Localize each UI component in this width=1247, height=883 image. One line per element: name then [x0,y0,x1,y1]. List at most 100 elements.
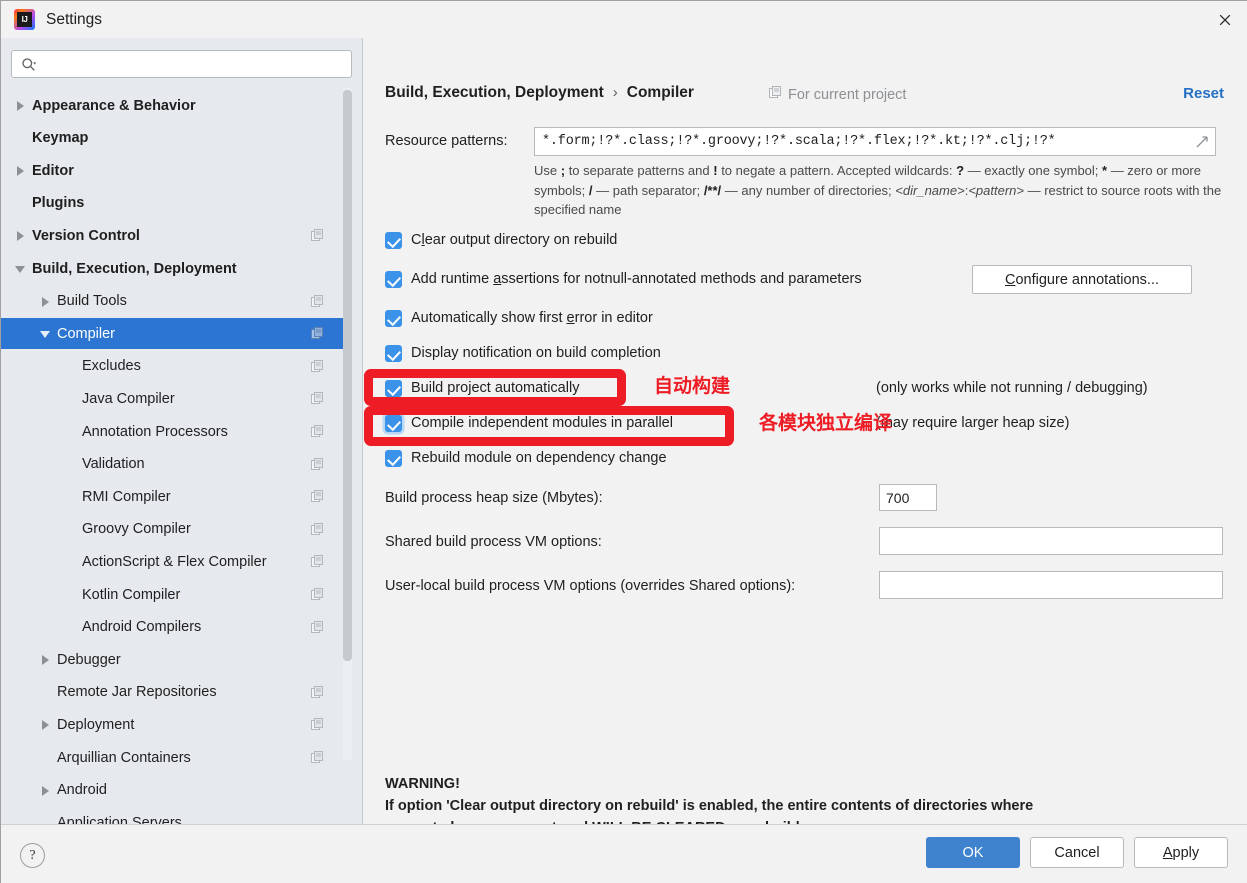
sidebar-item-label: ActionScript & Flex Compiler [82,553,267,570]
project-scope-icon [311,718,324,731]
settings-dialog: Settings Appearance & Behavior Keymap Edit… [0,0,1247,883]
checkbox-row-runtime-assertions[interactable]: Add runtime assertions for notnull-annot… [385,269,862,289]
checkbox-label-build-automatically: Build project automatically [411,380,580,396]
chevron-right-icon[interactable] [14,164,27,177]
checkbox-build-automatically[interactable] [385,379,402,397]
cancel-button[interactable]: Cancel [1030,837,1124,868]
chevron-right-icon[interactable] [39,784,52,797]
settings-tree: Appearance & Behavior Keymap Editor Plugins… [1,88,362,824]
chevron-right-icon[interactable] [39,295,52,308]
shared-vm-options-input[interactable] [879,527,1223,555]
sidebar-item-deployment[interactable]: Deployment [1,709,346,740]
sidebar-item-label: Validation [82,456,145,473]
sidebar-item-appearance-behavior[interactable]: Appearance & Behavior [1,90,346,121]
chevron-right-icon[interactable] [39,653,52,666]
chevron-right-icon[interactable] [39,718,52,731]
sidebar-item-label: Arquillian Containers [57,749,191,766]
sidebar-item-label: Plugins [32,195,85,212]
annotation-label-parallel-compile: 各模块独立编译 [759,412,893,434]
chevron-right-icon[interactable] [14,229,27,242]
project-scope-icon [311,359,324,373]
sidebar-item-build-execution-deployment[interactable]: Build, Execution, Deployment [1,253,346,284]
chevron-right-icon[interactable] [14,99,27,112]
sidebar-item-validation[interactable]: Validation [1,449,346,480]
project-scope-icon [311,490,324,503]
sidebar-item-actionscript-flex-compiler[interactable]: ActionScript & Flex Compiler [1,546,346,577]
ok-button[interactable]: OK [926,837,1020,868]
heap-size-input[interactable] [879,484,937,511]
sidebar-item-rmi-compiler[interactable]: RMI Compiler [1,481,346,512]
sidebar-item-label: Compiler [57,325,116,342]
checkbox-clear-output[interactable] [385,231,402,249]
checkbox-show-first-error[interactable] [385,309,402,327]
sidebar-item-java-compiler[interactable]: Java Compiler [1,383,346,414]
project-scope-icon [311,294,324,308]
sidebar-item-debugger[interactable]: Debugger [1,644,346,675]
sidebar-item-groovy-compiler[interactable]: Groovy Compiler [1,514,346,545]
project-scope-icon [311,685,324,699]
sidebar-item-annotation-processors[interactable]: Annotation Processors [1,416,346,447]
reset-link[interactable]: Reset [1183,85,1224,102]
sidebar-item-keymap[interactable]: Keymap [1,123,346,154]
configure-annotations-button[interactable]: Configure annotations... [972,265,1192,294]
sidebar-item-android[interactable]: Android [1,775,346,806]
project-scope-icon [311,229,324,242]
checkbox-runtime-assertions[interactable] [385,270,402,288]
help-button[interactable]: ? [20,843,45,868]
close-icon[interactable] [1202,1,1247,38]
checkbox-parallel-compile[interactable] [385,414,402,432]
chevron-down-icon[interactable] [39,327,52,340]
sidebar-item-excludes[interactable]: Excludes [1,351,346,382]
resource-patterns-label: Resource patterns: [385,133,508,149]
chevron-down-icon[interactable] [14,262,27,275]
project-scope-icon [311,457,324,471]
warning-title: WARNING! [385,776,460,792]
checkbox-row-rebuild-on-dependency[interactable]: Rebuild module on dependency change [385,448,667,468]
search-box[interactable] [11,50,352,78]
checkbox-row-show-first-error[interactable]: Automatically show first error in editor [385,308,653,328]
sidebar-item-plugins[interactable]: Plugins [1,188,346,219]
search-icon [21,57,37,73]
sidebar-item-editor[interactable]: Editor [1,155,346,186]
sidebar-item-label: Appearance & Behavior [32,97,196,114]
sidebar-item-arquillian-containers[interactable]: Arquillian Containers [1,742,346,773]
apply-button[interactable]: Apply [1134,837,1228,868]
checkbox-rebuild-on-dependency[interactable] [385,449,402,467]
expand-field-icon[interactable] [1194,134,1210,150]
sidebar-item-application-servers[interactable]: Application Servers [1,807,346,824]
search-field-wrapper [11,50,352,78]
settings-sidebar: Appearance & Behavior Keymap Editor Plugins… [1,38,363,824]
settings-main-panel: Build, Execution, Deployment › Compiler … [364,38,1247,836]
sidebar-item-label: Android Compilers [82,619,202,636]
checkbox-row-build-automatically[interactable]: Build project automatically [385,378,579,398]
intellij-idea-logo-icon [14,9,35,30]
sidebar-scrollbar-thumb[interactable] [343,90,352,661]
breadcrumb-root[interactable]: Build, Execution, Deployment [385,84,604,102]
sidebar-item-build-tools[interactable]: Build Tools [1,286,346,317]
resource-patterns-field[interactable] [534,127,1216,156]
sidebar-item-compiler[interactable]: Compiler [1,318,346,350]
shared-vm-options-label: Shared build process VM options: [385,534,602,550]
project-scope-icon [311,555,324,568]
sidebar-item-remote-jar-repositories[interactable]: Remote Jar Repositories [1,677,346,708]
search-input[interactable] [42,52,342,76]
sidebar-item-android-compilers[interactable]: Android Compilers [1,612,346,643]
user-vm-options-input[interactable] [879,571,1223,599]
project-scope-icon [769,86,782,103]
resource-patterns-input[interactable] [540,128,1170,155]
checkbox-row-build-notification[interactable]: Display notification on build completion [385,343,661,363]
checkbox-row-clear-output[interactable]: Clear output directory on rebuild [385,230,617,250]
sidebar-item-kotlin-compiler[interactable]: Kotlin Compiler [1,579,346,610]
checkbox-label-runtime-assertions: Add runtime assertions for notnull-annot… [411,271,862,287]
sidebar-item-version-control[interactable]: Version Control [1,220,346,251]
checkbox-row-parallel-compile[interactable]: Compile independent modules in parallel [385,413,673,433]
checkbox-build-notification[interactable] [385,344,402,362]
